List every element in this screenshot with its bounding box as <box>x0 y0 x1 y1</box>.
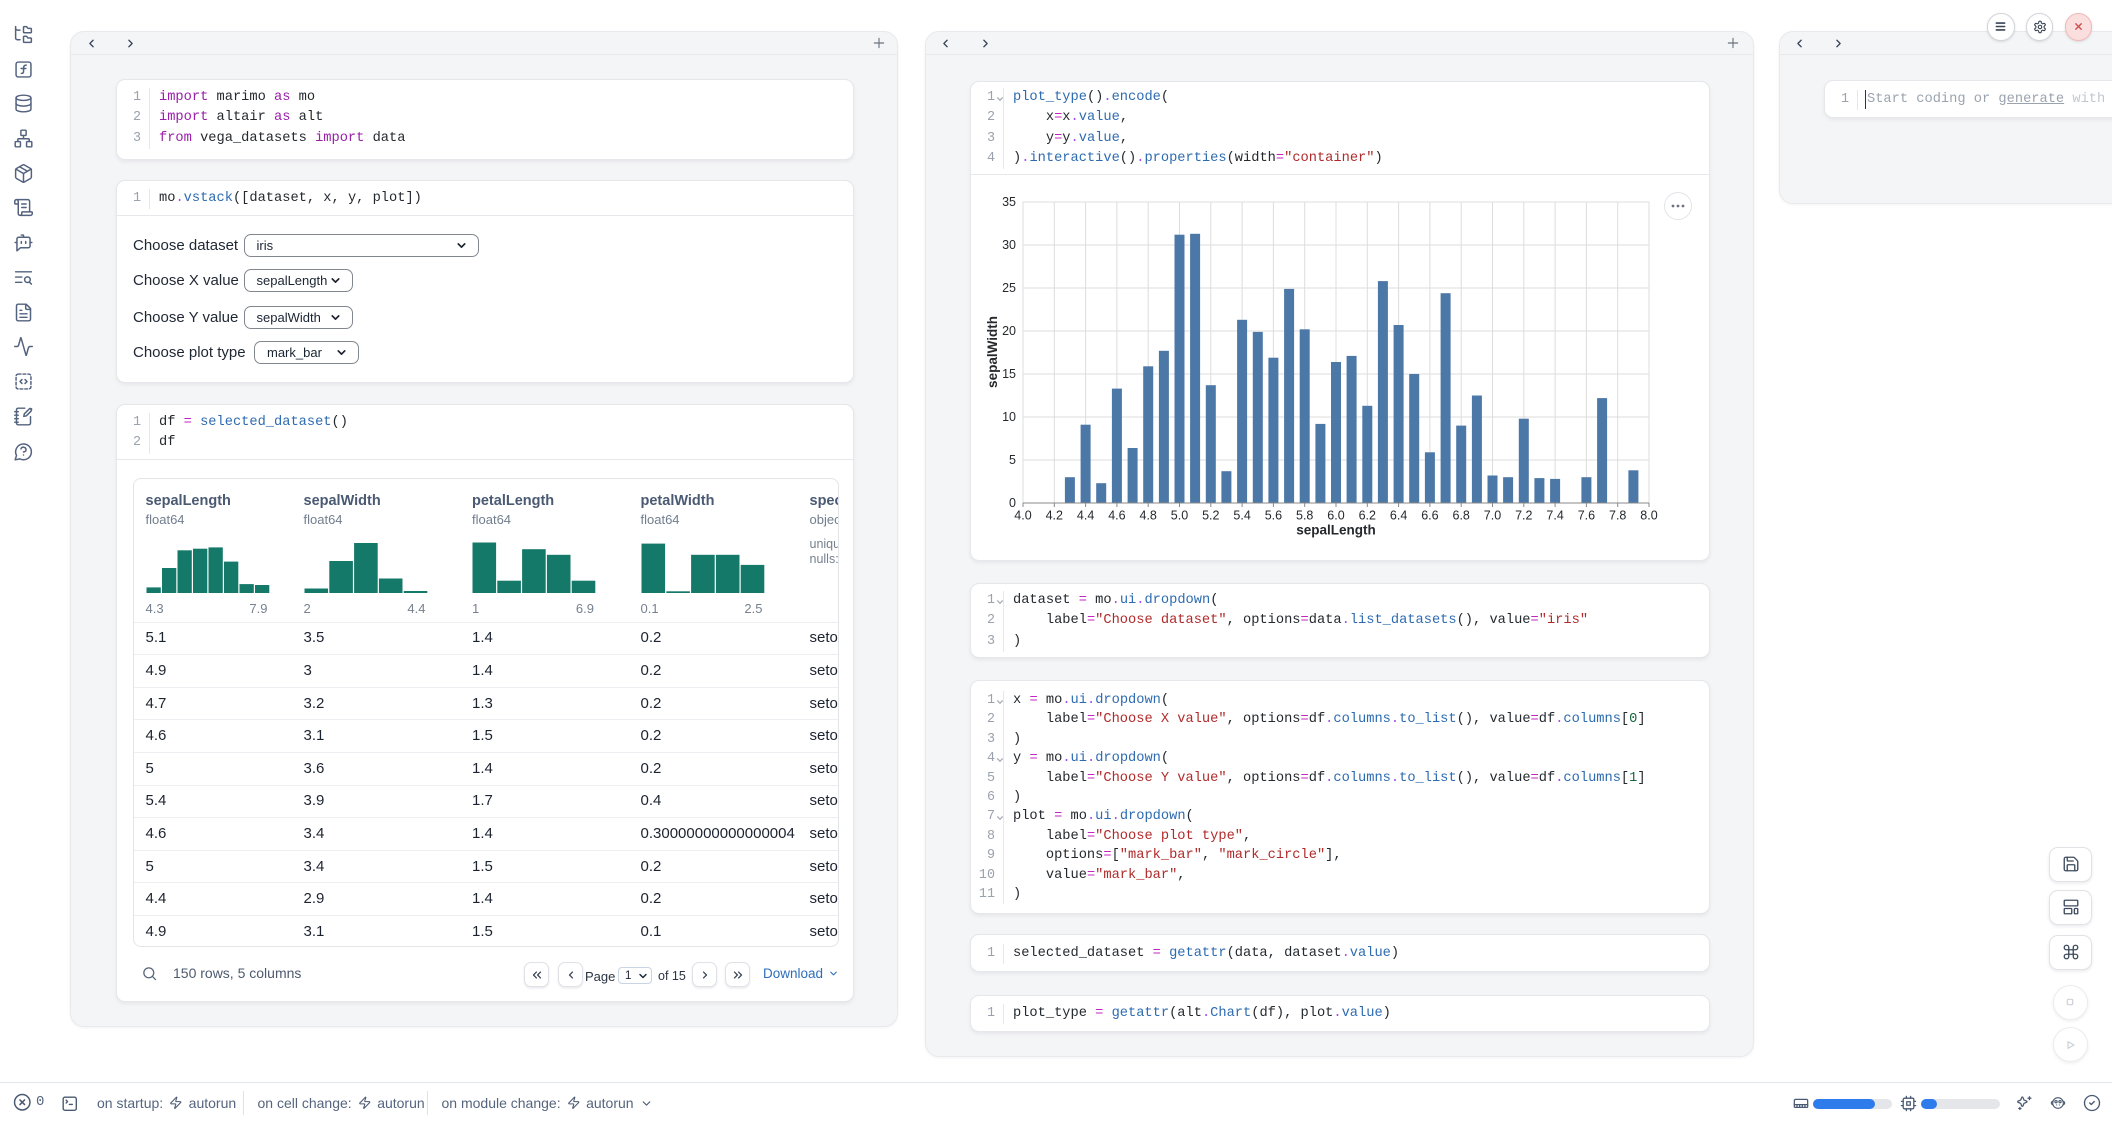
svg-text:6.2: 6.2 <box>1359 509 1376 523</box>
svg-text:10: 10 <box>1002 410 1016 424</box>
svg-text:sepalLength: sepalLength <box>1296 523 1376 538</box>
svg-text:4.4: 4.4 <box>1077 509 1094 523</box>
svg-text:6.0: 6.0 <box>1327 509 1344 523</box>
svg-text:35: 35 <box>1002 195 1016 209</box>
svg-text:5.0: 5.0 <box>1171 509 1188 523</box>
svg-text:6.8: 6.8 <box>1453 509 1470 523</box>
svg-text:5.6: 5.6 <box>1265 509 1282 523</box>
svg-text:4.2: 4.2 <box>1046 509 1063 523</box>
svg-text:5.2: 5.2 <box>1202 509 1219 523</box>
svg-text:7.0: 7.0 <box>1484 509 1501 523</box>
svg-text:sepalWidth: sepalWidth <box>985 316 1000 388</box>
svg-text:5: 5 <box>1009 453 1016 467</box>
svg-text:5.8: 5.8 <box>1296 509 1313 523</box>
svg-text:8.0: 8.0 <box>1640 509 1657 523</box>
svg-text:4.6: 4.6 <box>1108 509 1125 523</box>
svg-text:30: 30 <box>1002 238 1016 252</box>
svg-text:15: 15 <box>1002 367 1016 381</box>
svg-text:7.6: 7.6 <box>1578 509 1595 523</box>
svg-text:7.2: 7.2 <box>1515 509 1532 523</box>
svg-text:4.0: 4.0 <box>1014 509 1031 523</box>
svg-text:25: 25 <box>1002 281 1016 295</box>
svg-text:0: 0 <box>1009 496 1016 510</box>
svg-text:4.8: 4.8 <box>1140 509 1157 523</box>
svg-text:7.8: 7.8 <box>1609 509 1626 523</box>
svg-text:6.6: 6.6 <box>1421 509 1438 523</box>
svg-text:5.4: 5.4 <box>1233 509 1250 523</box>
svg-text:20: 20 <box>1002 324 1016 338</box>
svg-text:7.4: 7.4 <box>1546 509 1563 523</box>
svg-text:6.4: 6.4 <box>1390 509 1407 523</box>
